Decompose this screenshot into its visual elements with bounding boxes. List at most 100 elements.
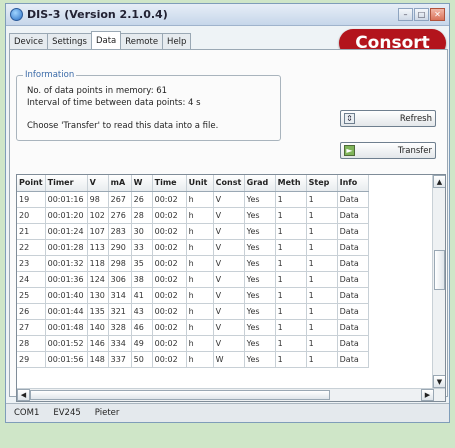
status-user: Pieter [94, 408, 120, 418]
table-header-row: Point Timer V mA W Time Unit Const Grad … [17, 175, 369, 192]
table-row[interactable]: 20 00:01:20 102 276 28 00:02 h V Yes 1 1 Data [17, 207, 369, 224]
table-cell: 1 [275, 335, 307, 352]
tab-bar: Device Settings Data Remote Help [9, 31, 192, 49]
table-cell: 306 [108, 271, 132, 288]
table-row[interactable]: 28 00:01:52 146 334 49 00:02 h V Yes 1 1 Data [17, 335, 369, 352]
table-row[interactable]: 21 00:01:24 107 283 30 00:02 h V Yes 1 1 Data [17, 223, 369, 240]
tab-help[interactable]: Help [162, 33, 192, 49]
tab-device[interactable]: Device [9, 33, 49, 49]
table-cell: 1 [275, 303, 307, 320]
transfer-hint-text: Choose 'Transfer' to read this data into… [27, 121, 219, 131]
table-cell: 1 [275, 271, 307, 288]
app-window: DIS-3 (Version 2.1.0.4) – □ ✕ Device Set… [5, 3, 450, 423]
refresh-icon: ⇕ [344, 113, 355, 124]
column-header[interactable]: W [131, 175, 153, 192]
table-cell: 1 [275, 191, 307, 208]
table-cell: W [213, 351, 245, 368]
minimize-icon[interactable]: – [398, 8, 413, 21]
table-row[interactable]: 23 00:01:32 118 298 35 00:02 h V Yes 1 1 Data [17, 255, 369, 272]
table-cell: 00:02 [152, 223, 187, 240]
table-cell: Yes [244, 207, 276, 224]
scroll-right-icon[interactable]: ▶ [421, 389, 434, 401]
scroll-up-icon[interactable]: ▲ [433, 175, 445, 188]
table-row[interactable]: 27 00:01:48 140 328 46 00:02 h V Yes 1 1 Data [17, 319, 369, 336]
scroll-left-icon[interactable]: ◀ [17, 389, 30, 401]
table-cell: V [213, 319, 245, 336]
table-row[interactable]: 24 00:01:36 124 306 38 00:02 h V Yes 1 1 Data [17, 271, 369, 288]
title-bar[interactable]: DIS-3 (Version 2.1.0.4) – □ ✕ [6, 4, 449, 26]
column-header[interactable]: Step [306, 175, 338, 192]
table-cell: h [186, 191, 214, 208]
maximize-icon[interactable]: □ [414, 8, 429, 21]
table-cell: 00:02 [152, 319, 187, 336]
table-cell: 19 [17, 191, 46, 208]
table-cell: 00:02 [152, 303, 187, 320]
column-header[interactable]: Grad [244, 175, 276, 192]
column-header[interactable]: Time [152, 175, 187, 192]
data-table: Point Timer V mA W Time Unit Const Grad … [17, 175, 369, 368]
table-cell: h [186, 207, 214, 224]
table-cell: 00:02 [152, 287, 187, 304]
column-header[interactable]: Unit [186, 175, 214, 192]
column-header[interactable]: Meth [275, 175, 307, 192]
close-icon[interactable]: ✕ [430, 8, 445, 21]
table-cell: 00:01:52 [45, 335, 88, 352]
table-cell: 140 [87, 319, 109, 336]
transfer-button[interactable]: ► Transfer [340, 142, 436, 159]
table-cell: V [213, 239, 245, 256]
column-header[interactable]: Point [17, 175, 46, 192]
column-header[interactable]: Const [213, 175, 245, 192]
vertical-scroll-thumb[interactable] [434, 250, 445, 290]
table-cell: 276 [108, 207, 132, 224]
table-cell: 1 [275, 223, 307, 240]
transfer-icon: ► [344, 145, 355, 156]
table-cell: 321 [108, 303, 132, 320]
refresh-button[interactable]: ⇕ Refresh [340, 110, 436, 127]
table-row[interactable]: 26 00:01:44 135 321 43 00:02 h V Yes 1 1 Data [17, 303, 369, 320]
table-cell: 35 [131, 255, 153, 272]
tab-data[interactable]: Data [90, 31, 122, 49]
data-grid[interactable]: Point Timer V mA W Time Unit Const Grad … [16, 174, 446, 402]
column-header[interactable]: Timer [45, 175, 88, 192]
app-icon [10, 8, 23, 21]
table-cell: 00:01:56 [45, 351, 88, 368]
table-cell: 43 [131, 303, 153, 320]
table-cell: 1 [275, 351, 307, 368]
status-bar: COM1 EV245 Pieter [6, 403, 449, 422]
tab-settings[interactable]: Settings [47, 33, 92, 49]
table-cell: h [186, 351, 214, 368]
table-cell: 00:01:16 [45, 191, 88, 208]
table-cell: 1 [275, 319, 307, 336]
table-row[interactable]: 29 00:01:56 148 337 50 00:02 h W Yes 1 1 Data [17, 351, 369, 368]
table-cell: V [213, 287, 245, 304]
table-cell: Data [337, 271, 369, 288]
table-cell: Yes [244, 287, 276, 304]
table-cell: Data [337, 335, 369, 352]
table-cell: 00:02 [152, 239, 187, 256]
horizontal-scrollbar[interactable]: ◀ ▶ [17, 388, 445, 401]
table-cell: 00:01:24 [45, 223, 88, 240]
table-cell: 290 [108, 239, 132, 256]
table-row[interactable]: 22 00:01:28 113 290 33 00:02 h V Yes 1 1 Data [17, 239, 369, 256]
table-cell: 337 [108, 351, 132, 368]
table-cell: 50 [131, 351, 153, 368]
column-header[interactable]: mA [108, 175, 132, 192]
window-title: DIS-3 (Version 2.1.0.4) [27, 8, 168, 21]
column-header[interactable]: V [87, 175, 109, 192]
window-controls: – □ ✕ [398, 8, 445, 21]
column-header[interactable]: Info [337, 175, 369, 192]
table-cell: 1 [306, 335, 338, 352]
vertical-scrollbar[interactable]: ▲ ▼ [432, 175, 445, 388]
table-cell: 135 [87, 303, 109, 320]
table-cell: 28 [17, 335, 46, 352]
tab-remote[interactable]: Remote [120, 33, 164, 49]
table-row[interactable]: 19 00:01:16 98 267 26 00:02 h V Yes 1 1 Data [17, 191, 369, 208]
table-cell: 102 [87, 207, 109, 224]
table-row[interactable]: 25 00:01:40 130 314 41 00:02 h V Yes 1 1 Data [17, 287, 369, 304]
table-cell: Data [337, 207, 369, 224]
horizontal-scroll-thumb[interactable] [30, 390, 330, 400]
scroll-down-icon[interactable]: ▼ [433, 375, 445, 388]
table-cell: 1 [306, 207, 338, 224]
table-cell: Yes [244, 351, 276, 368]
table-cell: Yes [244, 271, 276, 288]
